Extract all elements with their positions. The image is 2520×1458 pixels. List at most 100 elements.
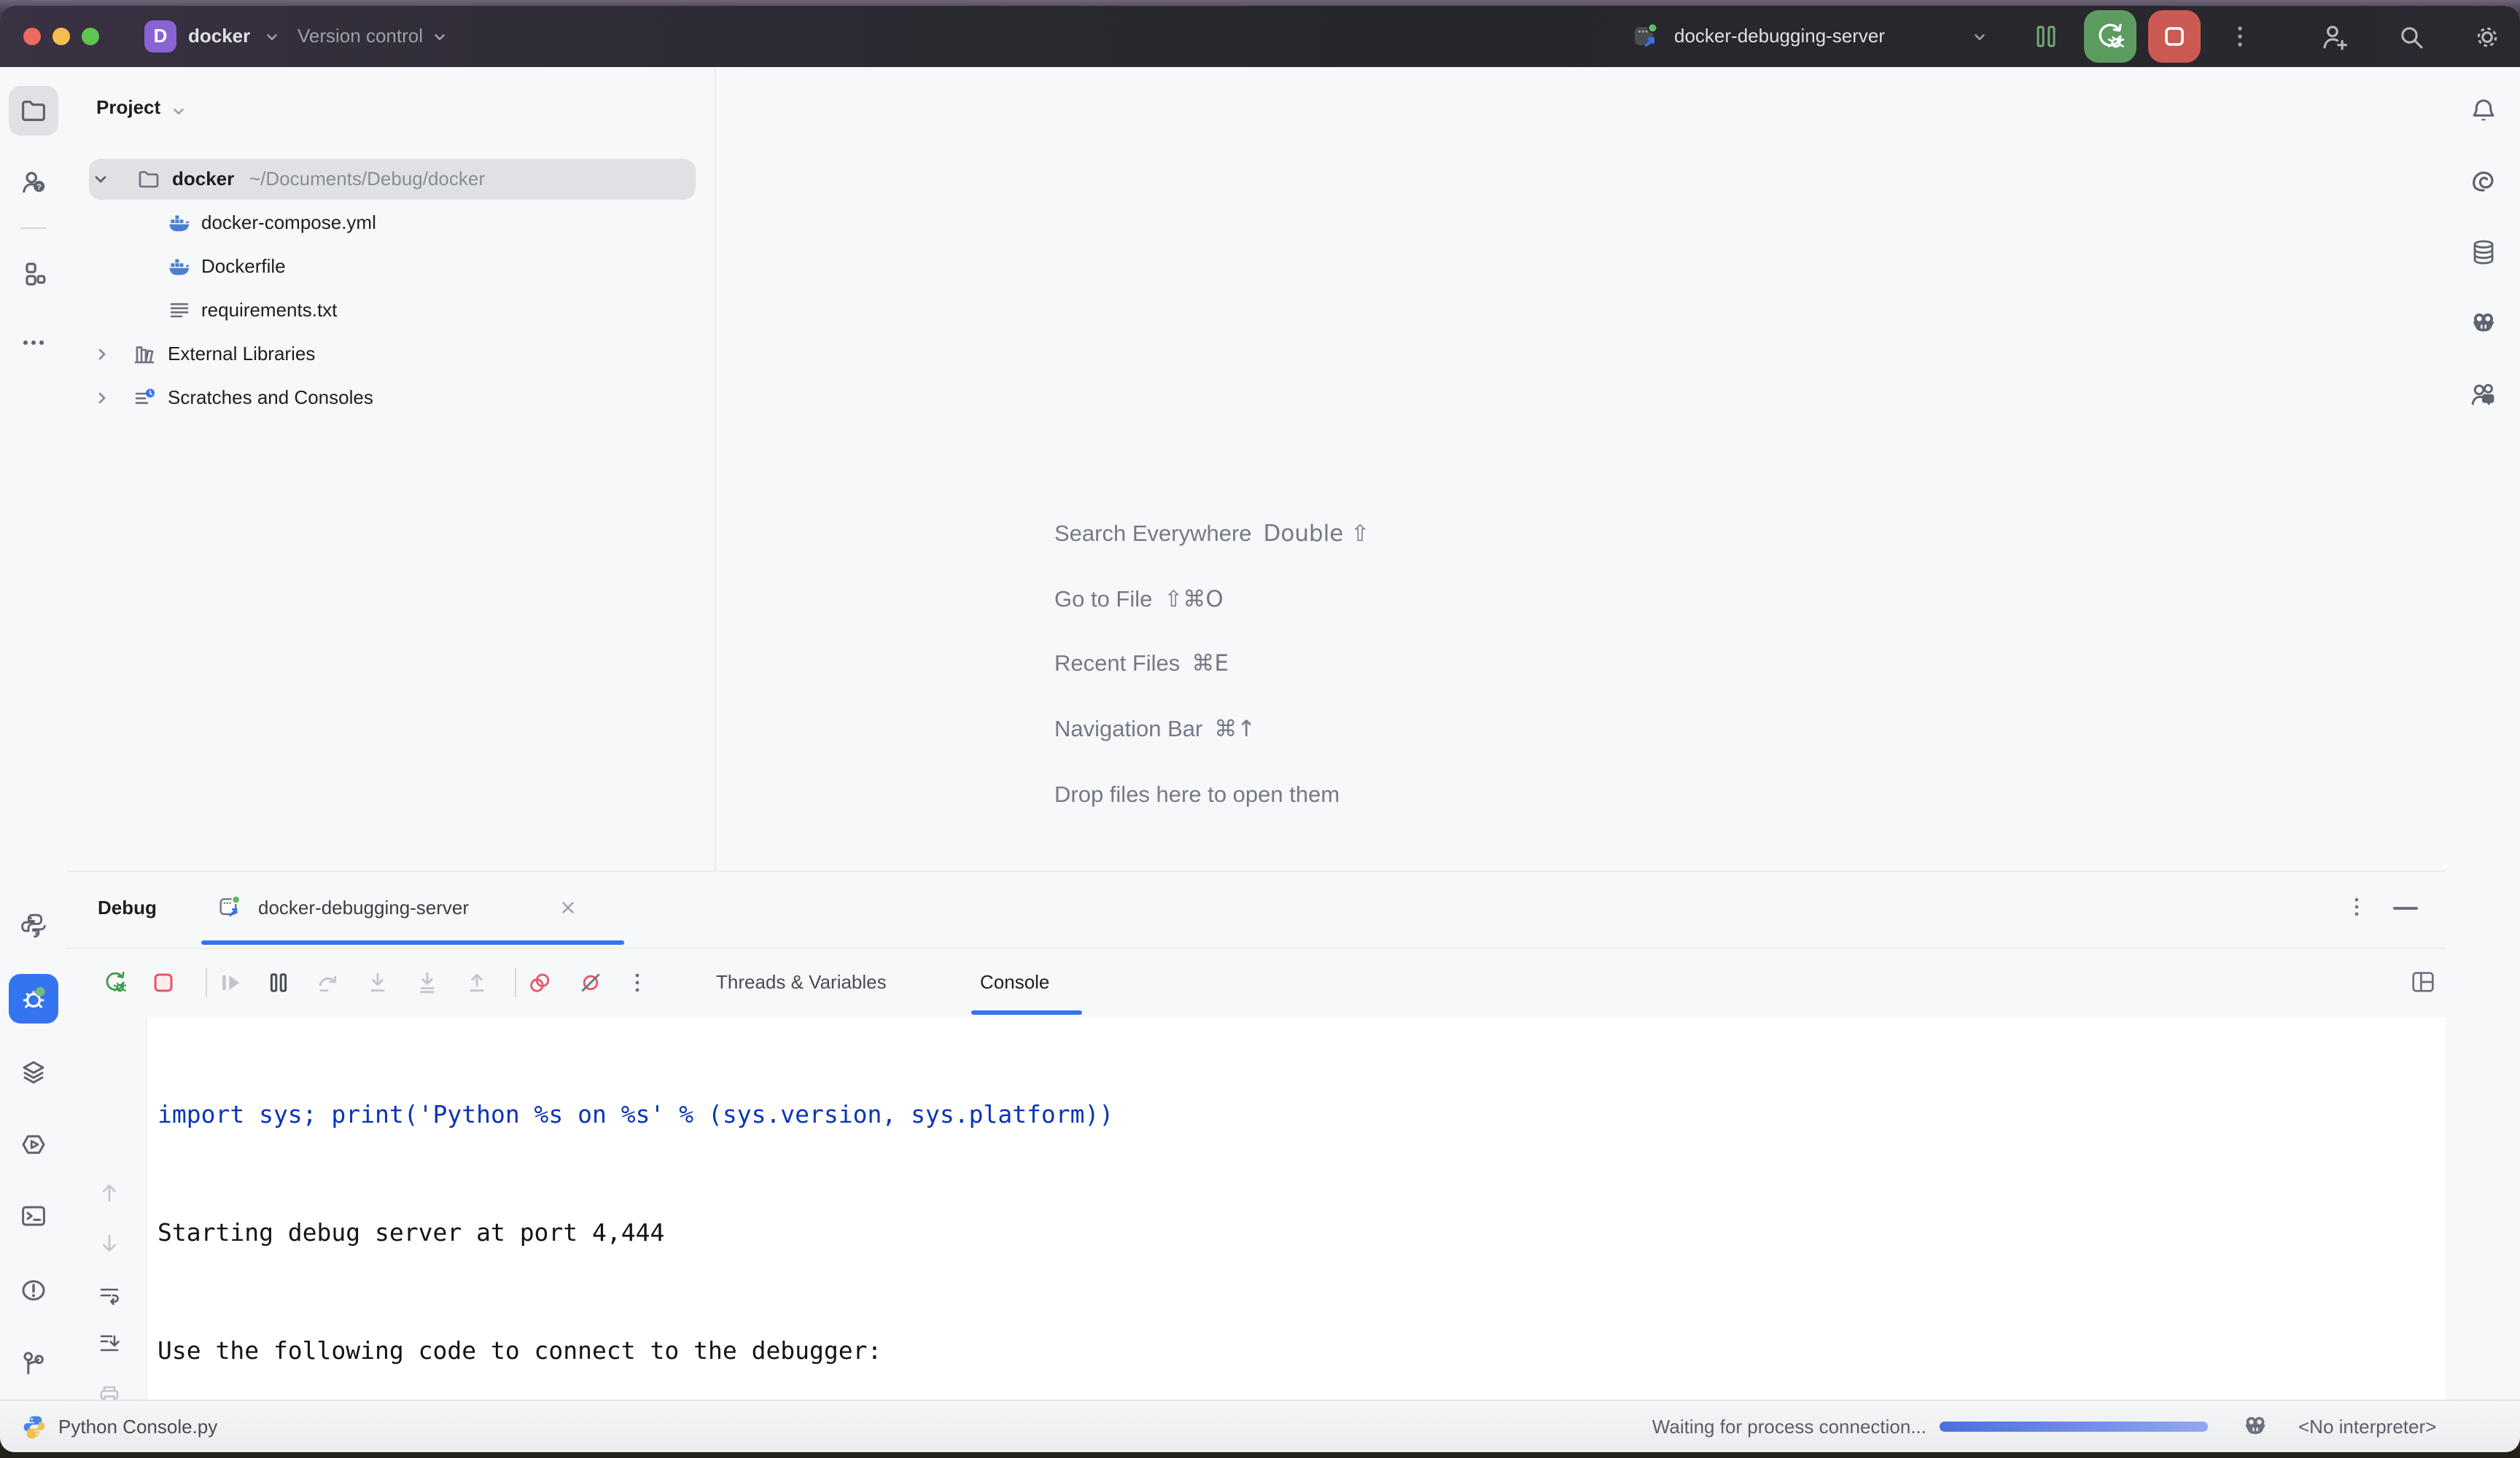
run-config-selector[interactable]: docker-debugging-server: [1674, 6, 1885, 67]
tab-console[interactable]: Console: [980, 948, 1049, 1018]
tree-row-scratches[interactable]: Scratches and Consoles: [67, 376, 715, 420]
problems-icon[interactable]: [9, 1266, 58, 1315]
active-tab-underline: [971, 1010, 1082, 1015]
project-badge[interactable]: D: [144, 20, 176, 52]
debug-session-tab[interactable]: docker-debugging-server: [258, 872, 469, 943]
stop-icon[interactable]: [150, 970, 176, 996]
layout-settings-icon[interactable]: [2409, 968, 2437, 996]
left-activity-bar: ?: [0, 67, 69, 1401]
settings-gear-icon[interactable]: [2472, 22, 2502, 52]
tab-threads-variables[interactable]: Threads & Variables: [716, 948, 887, 1018]
run-icon[interactable]: [9, 1120, 58, 1169]
shortcut-hint: Recent Files⌘E: [1054, 650, 1229, 678]
libraries-icon: [133, 343, 156, 366]
tree-root-name: docker: [172, 157, 234, 201]
shortcut-hint: Go to File⇧⌘O: [1054, 586, 1224, 614]
more-vertical-icon[interactable]: [624, 970, 650, 996]
terminal-icon[interactable]: [9, 1191, 58, 1241]
hide-panel-button[interactable]: [2393, 907, 2418, 910]
status-bar: Python Console.py Waiting for process co…: [0, 1400, 2520, 1452]
rerun-debug-icon[interactable]: [102, 970, 128, 996]
chevron-down-icon[interactable]: [92, 171, 109, 188]
divider: [206, 968, 207, 997]
editor-empty-area: Search EverywhereDouble ⇧ Go to File⇧⌘O …: [716, 67, 2446, 870]
step-into-icon[interactable]: [365, 970, 391, 996]
help-contact-icon[interactable]: ?: [9, 157, 58, 207]
chevron-down-icon: [1972, 29, 1988, 45]
folder-icon: [137, 168, 160, 191]
status-current-file[interactable]: Python Console.py: [58, 1401, 217, 1452]
view-breakpoints-icon[interactable]: [526, 970, 553, 996]
chevron-right-icon[interactable]: [93, 346, 111, 363]
resume-icon[interactable]: [217, 970, 244, 996]
code-with-me-icon[interactable]: [2459, 370, 2508, 420]
add-user-icon[interactable]: [2319, 22, 2349, 52]
tree-row-file[interactable]: Dockerfile: [67, 245, 715, 289]
tree-row-file[interactable]: requirements.txt: [67, 289, 715, 332]
chevron-down-icon: [264, 29, 280, 45]
database-icon[interactable]: [2459, 227, 2508, 277]
more-tools-icon[interactable]: [9, 318, 58, 367]
active-tab-underline: [201, 940, 624, 945]
console-line: import sys; print('Python %s on %s' % (s…: [158, 1095, 1447, 1134]
debug-console: import sys; print('Python %s on %s' % (s…: [67, 1018, 2446, 1401]
step-over-icon[interactable]: [315, 970, 341, 996]
tree-row-external-libraries[interactable]: External Libraries: [67, 332, 715, 376]
shortcut-hint: Search EverywhereDouble ⇧: [1054, 521, 1369, 548]
pause-icon[interactable]: [2033, 23, 2059, 50]
version-control-icon[interactable]: [9, 1338, 58, 1388]
debug-icon[interactable]: [9, 974, 58, 1024]
python-console-icon[interactable]: [9, 901, 58, 951]
minimize-window-button[interactable]: [52, 28, 70, 45]
console-line: Use the following code to connect to the…: [158, 1331, 1447, 1371]
svg-text:?: ?: [36, 183, 42, 192]
debug-tool-window: Debug docker-debugging-server: [67, 870, 2446, 1401]
version-control-menu[interactable]: Version control: [298, 6, 423, 67]
plugins-grid-icon[interactable]: [9, 249, 58, 299]
down-stack-trace-icon[interactable]: [98, 1232, 121, 1255]
tree-row-root[interactable]: docker ~/Documents/Debug/docker: [67, 157, 715, 201]
stop-button[interactable]: [2148, 10, 2201, 63]
project-panel: Project docker ~/Documents/Debug/docker …: [67, 67, 716, 876]
debug-title: Debug: [98, 872, 157, 943]
rerun-debug-button[interactable]: [2084, 10, 2136, 63]
up-stack-trace-icon[interactable]: [98, 1181, 121, 1204]
ai-assistant-icon[interactable]: [2459, 156, 2508, 206]
debug-header: Debug docker-debugging-server: [67, 872, 2446, 949]
chevron-right-icon[interactable]: [93, 389, 111, 407]
stop-icon: [2160, 22, 2189, 51]
chevron-down-icon[interactable]: [171, 104, 187, 120]
desktop: D docker Version control docker-debuggin…: [0, 0, 2520, 1458]
ai-chat-robot-icon[interactable]: [2241, 1413, 2269, 1441]
close-icon[interactable]: [560, 900, 576, 916]
status-interpreter[interactable]: <No interpreter>: [2298, 1401, 2436, 1452]
scroll-to-end-icon[interactable]: [98, 1331, 121, 1354]
mute-breakpoints-icon[interactable]: [578, 970, 604, 996]
close-window-button[interactable]: [23, 28, 41, 45]
shortcut-hint: Drop files here to open them: [1054, 783, 1339, 809]
divider: [515, 968, 516, 997]
search-icon[interactable]: [2396, 22, 2427, 52]
notifications-bell-icon[interactable]: [2459, 86, 2508, 136]
more-vertical-icon[interactable]: [2345, 895, 2368, 919]
tree-item-label: docker-compose.yml: [201, 201, 376, 245]
chevron-down-icon: [432, 29, 448, 45]
shortcut-hint: Navigation Bar⌘↑: [1054, 716, 1256, 744]
force-step-into-icon[interactable]: [414, 970, 440, 996]
status-progress-text: Waiting for process connection...: [1652, 1401, 1926, 1452]
soft-wrap-icon[interactable]: [98, 1283, 121, 1306]
project-folder-icon[interactable]: [9, 86, 58, 136]
project-menu[interactable]: docker: [188, 6, 250, 67]
zoom-window-button[interactable]: [82, 28, 99, 45]
services-icon[interactable]: [9, 1047, 58, 1096]
pause-icon[interactable]: [265, 970, 292, 996]
more-vertical-icon[interactable]: [2227, 23, 2253, 50]
console-output: import sys; print('Python %s on %s' % (s…: [158, 1016, 1447, 1452]
restart-debug-icon: [2094, 20, 2126, 52]
progress-bar[interactable]: [1940, 1422, 2208, 1432]
ai-chat-robot-icon[interactable]: [2459, 299, 2508, 348]
tree-row-file[interactable]: docker-compose.yml: [67, 201, 715, 245]
step-out-icon[interactable]: [464, 970, 490, 996]
tree-item-label: Dockerfile: [201, 245, 286, 289]
debug-toolbar: Threads & Variables Console: [67, 948, 2446, 1018]
